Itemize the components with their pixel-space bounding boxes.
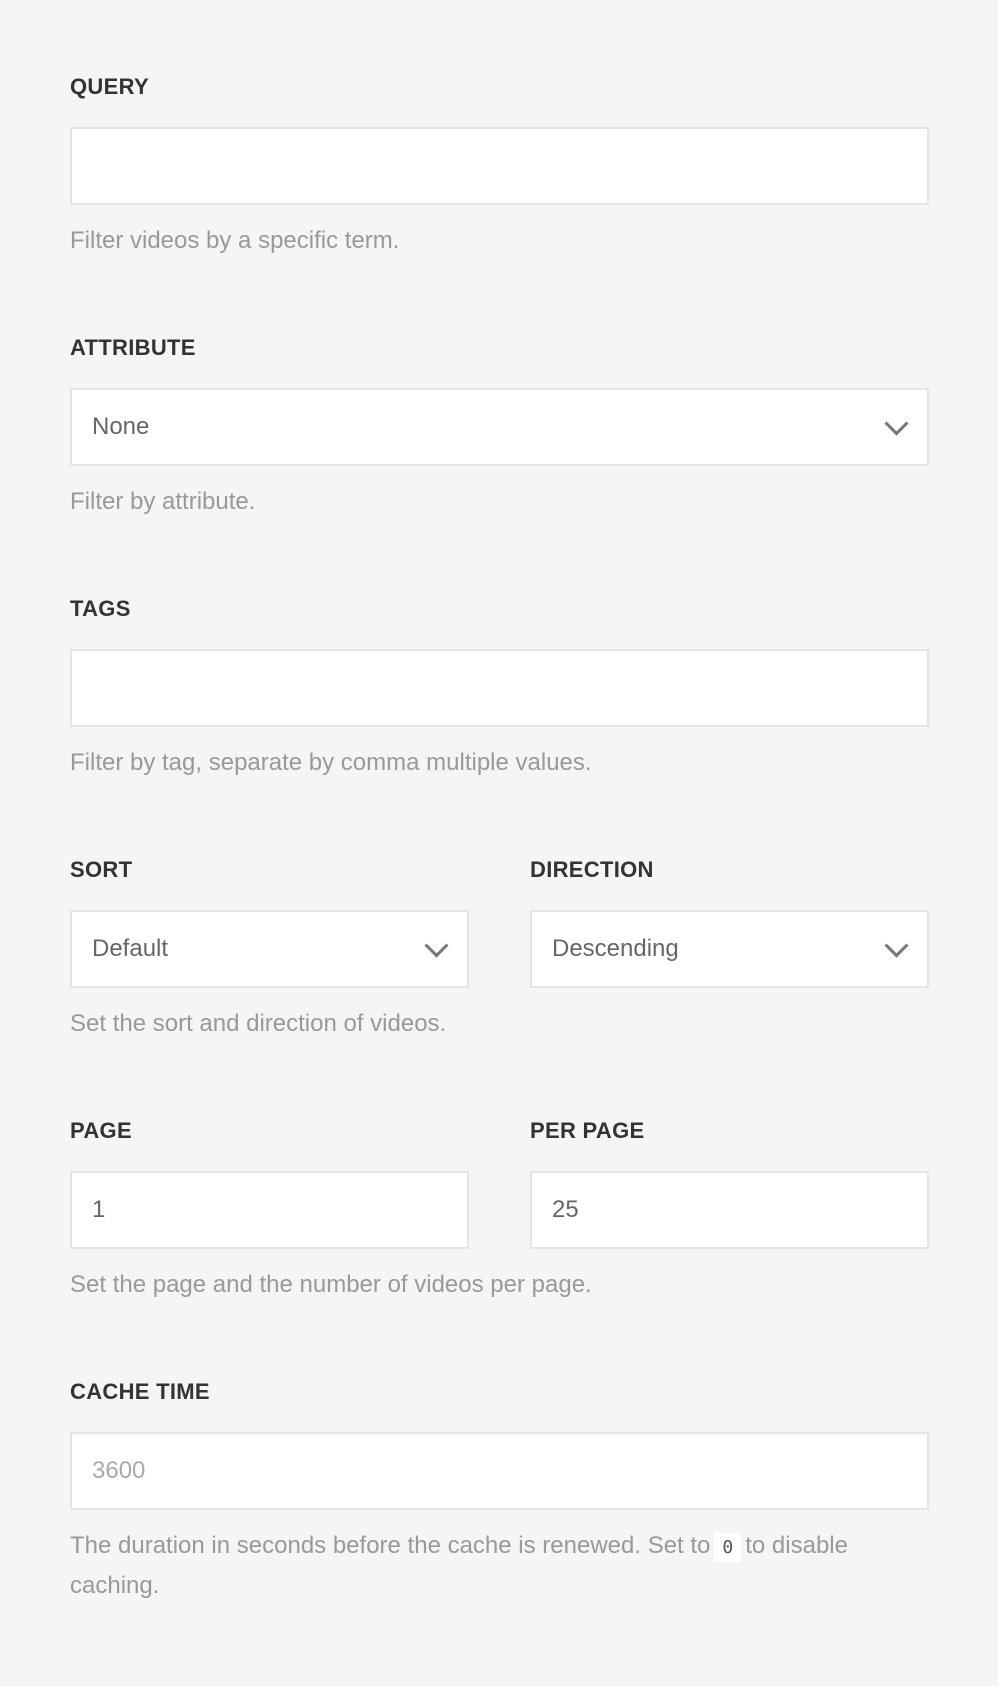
chevron-down-icon: [424, 933, 449, 958]
attribute-select[interactable]: None: [70, 388, 929, 466]
sort-help: Set the sort and direction of videos.: [70, 1010, 447, 1037]
sort-label: SORT: [70, 857, 133, 882]
page-help: Set the page and the number of videos pe…: [70, 1271, 592, 1298]
page-section: PAGE 1 PER PAGE 25 Set the page and the …: [70, 1116, 929, 1304]
sort-section: SORT Default DIRECTION Descending Set th…: [70, 855, 929, 1043]
per-page-input[interactable]: 25: [530, 1171, 929, 1249]
tags-label: TAGS: [70, 596, 131, 621]
attribute-section: ATTRIBUTE None Filter by attribute.: [70, 333, 929, 521]
sort-value: Default: [92, 935, 169, 962]
page-input[interactable]: 1: [70, 1171, 469, 1249]
cache-section: CACHE TIME 3600 The duration in seconds …: [70, 1377, 929, 1605]
attribute-help: Filter by attribute.: [70, 488, 256, 515]
direction-value: Descending: [552, 935, 679, 962]
attribute-label: ATTRIBUTE: [70, 335, 196, 360]
query-label: QUERY: [70, 74, 149, 99]
cache-help-text: The duration in seconds before the cache…: [70, 1532, 711, 1559]
sort-select[interactable]: Default: [70, 910, 469, 988]
tags-section: TAGS Filter by tag, separate by comma mu…: [70, 594, 929, 782]
query-input[interactable]: [70, 127, 929, 205]
settings-form: QUERY Filter videos by a specific term. …: [70, 72, 929, 1678]
chevron-down-icon: [884, 933, 909, 958]
query-section: QUERY Filter videos by a specific term.: [70, 72, 929, 260]
direction-label: DIRECTION: [530, 857, 654, 882]
cache-help-code: 0: [714, 1533, 742, 1562]
cache-time-input[interactable]: 3600: [70, 1432, 929, 1510]
attribute-value: None: [92, 413, 150, 440]
direction-select[interactable]: Descending: [530, 910, 929, 988]
query-help: Filter videos by a specific term.: [70, 227, 400, 254]
chevron-down-icon: [884, 411, 909, 436]
per-page-label: PER PAGE: [530, 1118, 645, 1143]
cache-label: CACHE TIME: [70, 1379, 210, 1404]
tags-help: Filter by tag, separate by comma multipl…: [70, 749, 592, 776]
cache-help: The duration in seconds before the cache…: [70, 1527, 929, 1605]
page-label: PAGE: [70, 1118, 132, 1143]
tags-input[interactable]: [70, 649, 929, 727]
